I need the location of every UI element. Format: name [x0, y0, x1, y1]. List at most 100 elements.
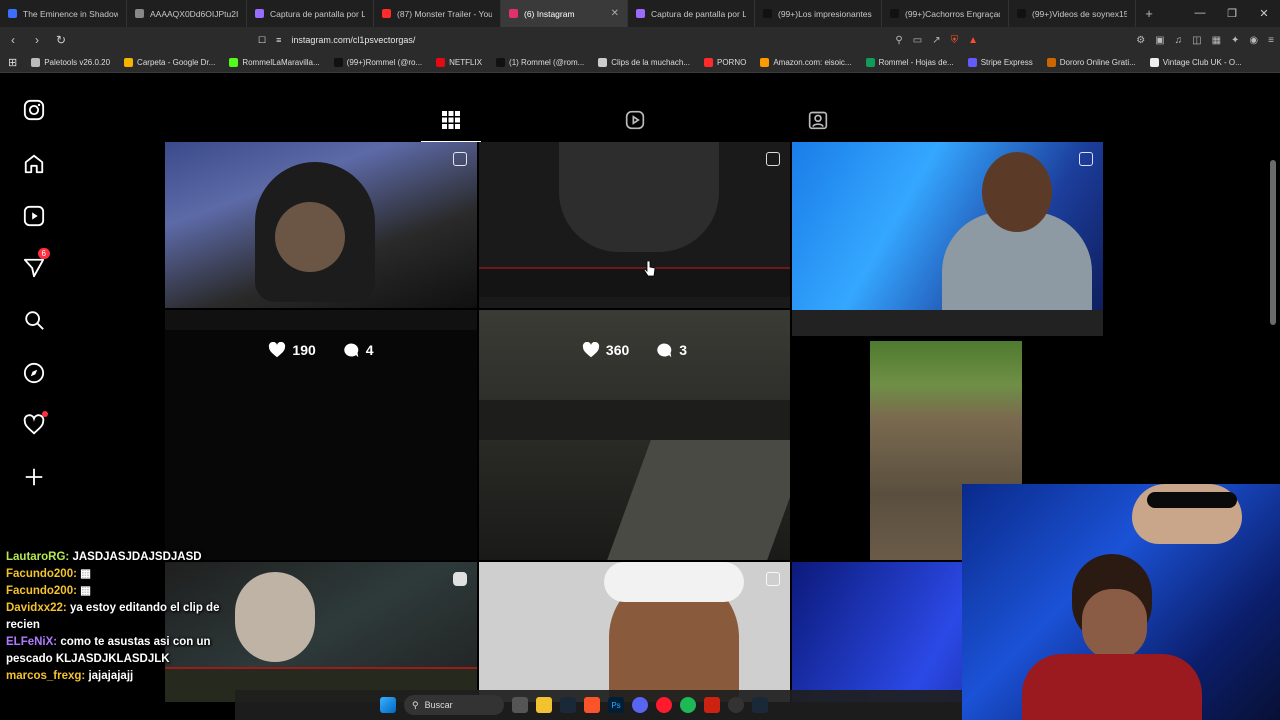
file-explorer-icon[interactable]	[536, 697, 552, 713]
bookmark-favicon-icon	[229, 58, 239, 67]
post-tile[interactable]: 190 4	[165, 310, 477, 560]
page-scrollbar[interactable]	[1270, 160, 1276, 325]
reel-indicator-icon	[453, 572, 467, 586]
minimize-icon[interactable]: —	[1184, 7, 1216, 20]
browser-tab[interactable]: AAAAQX0Dd6OIJPtu2Ida7I	[127, 0, 247, 27]
post-tile[interactable]	[165, 142, 477, 308]
obs-icon[interactable]	[728, 697, 744, 713]
browser-tab[interactable]: (99+)Los impresionantes	[755, 0, 882, 27]
forward-icon[interactable]: ›	[30, 33, 44, 47]
bookmark-item[interactable]: Vintage Club UK - O...	[1149, 58, 1242, 67]
opera-icon[interactable]	[656, 697, 672, 713]
apps-icon[interactable]: ⊞	[8, 56, 17, 69]
chat-text: jajajajajj	[88, 670, 134, 682]
url-field[interactable]: ☐ ≡ instagram.com/cl1psvectorgas/ ⚲ ▭ ↗ …	[258, 30, 978, 50]
bookmark-item[interactable]: Amazon.com: eisoic...	[760, 58, 852, 67]
cursor-icon	[644, 261, 656, 277]
bookmark-item[interactable]: Dororo Online Grati...	[1046, 58, 1136, 67]
tab-posts[interactable]	[421, 98, 481, 142]
sidebar-icon[interactable]: ◫	[1192, 35, 1201, 46]
back-icon[interactable]: ‹	[6, 33, 20, 47]
bookmark-favicon-icon	[760, 58, 770, 67]
browser-tab[interactable]: Captura de pantalla por Li	[247, 0, 374, 27]
bookmark-item[interactable]: (1) Rommel (@rom...	[496, 58, 584, 67]
bookmark-favicon-icon	[496, 58, 506, 67]
bookmark-label: Amazon.com: eisoic...	[773, 58, 852, 67]
instagram-logo-icon[interactable]	[20, 96, 48, 124]
bookmark-favicon-icon	[865, 58, 875, 67]
photoshop-icon[interactable]: Ps	[608, 697, 624, 713]
post-stats-overlay: 190 4	[165, 342, 477, 358]
browser-tab-label: The Eminence in Shadow	[23, 8, 118, 19]
home-icon[interactable]	[20, 150, 48, 178]
steam2-icon[interactable]	[752, 697, 768, 713]
post-tile[interactable]	[792, 142, 1103, 336]
tagged-icon	[808, 111, 828, 130]
taskview-icon[interactable]	[512, 697, 528, 713]
post-tile[interactable]	[479, 562, 790, 702]
site-info-icon[interactable]: ≡	[276, 35, 281, 45]
maximize-icon[interactable]: ❐	[1216, 7, 1248, 20]
browser-tab[interactable]: (99+)Cachorros Engraçad	[882, 0, 1009, 27]
chat-message: Facundo200: ▦	[6, 583, 234, 600]
chat-username: LautaroRG:	[6, 551, 70, 563]
tab-reels[interactable]	[605, 98, 665, 142]
bookmark-item[interactable]: RommelLaMaravilla...	[229, 58, 320, 67]
bookmark-item[interactable]: Clips de la muchach...	[598, 58, 690, 67]
browser-tab[interactable]: Captura de pantalla por Li	[628, 0, 755, 27]
post-tile[interactable]: 360 3	[479, 310, 790, 560]
spotify-icon[interactable]	[680, 697, 696, 713]
app-icon[interactable]	[704, 697, 720, 713]
vpn-icon[interactable]: ◉	[1249, 35, 1258, 46]
wallet-icon[interactable]: ▣	[1155, 35, 1164, 46]
window-controls: — ❐ ✕	[1184, 7, 1280, 20]
taskbar-search[interactable]: ⚲ Buscar	[404, 695, 504, 715]
media-icon[interactable]: ♫	[1175, 35, 1183, 46]
explore-icon[interactable]	[20, 359, 48, 387]
notifications-icon[interactable]	[20, 411, 48, 439]
browser-tab[interactable]: The Eminence in Shadow	[0, 0, 127, 27]
extensions-icon[interactable]: ⚙	[1136, 35, 1145, 46]
browser-tab-label: (99+)Cachorros Engraçad	[905, 8, 1000, 19]
zoom-icon[interactable]: ⚲	[895, 35, 902, 46]
menu-icon[interactable]: ≡	[1268, 35, 1274, 46]
new-tab-button[interactable]: +	[1136, 6, 1162, 21]
chat-username: Davidxx22:	[6, 602, 67, 614]
browser-tab-label: Captura de pantalla por Li	[651, 8, 746, 19]
leo-icon[interactable]: ✦	[1231, 35, 1239, 46]
bookmark-label: NETFLIX	[449, 58, 483, 67]
reels-icon[interactable]	[20, 202, 48, 230]
reload-icon[interactable]: ↻	[54, 33, 68, 47]
steam-icon[interactable]	[560, 697, 576, 713]
browser-tab[interactable]: (99+)Videos de soynex15	[1009, 0, 1136, 27]
create-icon[interactable]	[20, 463, 48, 491]
browser-tab[interactable]: (87) Monster Trailer - YouT	[374, 0, 501, 27]
close-window-icon[interactable]: ✕	[1248, 7, 1280, 20]
bookmarks-bar: ⊞ Paletools v26.0.20 Carpeta - Google Dr.…	[0, 53, 1280, 73]
bookmark-item[interactable]: Paletools v26.0.20	[31, 58, 110, 67]
discord-icon[interactable]	[632, 697, 648, 713]
bookmark-item[interactable]: PORNO	[703, 58, 746, 67]
bookmark-item[interactable]: Carpeta - Google Dr...	[124, 58, 215, 67]
brave-icon[interactable]	[584, 697, 600, 713]
rewards-icon[interactable]: ▲	[968, 35, 978, 46]
tab-tagged[interactable]	[788, 98, 848, 142]
bookmark-item[interactable]: Stripe Express	[967, 58, 1033, 67]
wallet2-icon[interactable]: ▦	[1212, 35, 1221, 46]
bookmark-icon[interactable]: ☐	[258, 35, 266, 46]
messages-icon[interactable]: 6	[20, 248, 50, 282]
browser-tab[interactable]: (6) Instagram ✕	[501, 0, 628, 27]
chat-username: Facundo200:	[6, 585, 77, 597]
post-tile[interactable]	[479, 142, 790, 308]
bookmark-item[interactable]: Rommel - Hojas de...	[865, 58, 954, 67]
bookmark-item[interactable]: NETFLIX	[436, 58, 482, 67]
share-icon[interactable]: ↗	[932, 35, 940, 46]
close-tab-icon[interactable]: ✕	[611, 8, 619, 19]
chat-message: ELFeNiX: como te asustas asi con un pesc…	[6, 634, 234, 668]
windows-start-icon[interactable]	[380, 697, 396, 713]
search-icon[interactable]	[20, 306, 48, 334]
brave-shield-icon[interactable]: ⛨	[951, 35, 959, 46]
tab-favicon-icon	[890, 9, 899, 18]
bookmark-item[interactable]: (99+)Rommel (@ro...	[333, 58, 422, 67]
screencast-icon[interactable]: ▭	[913, 35, 922, 46]
